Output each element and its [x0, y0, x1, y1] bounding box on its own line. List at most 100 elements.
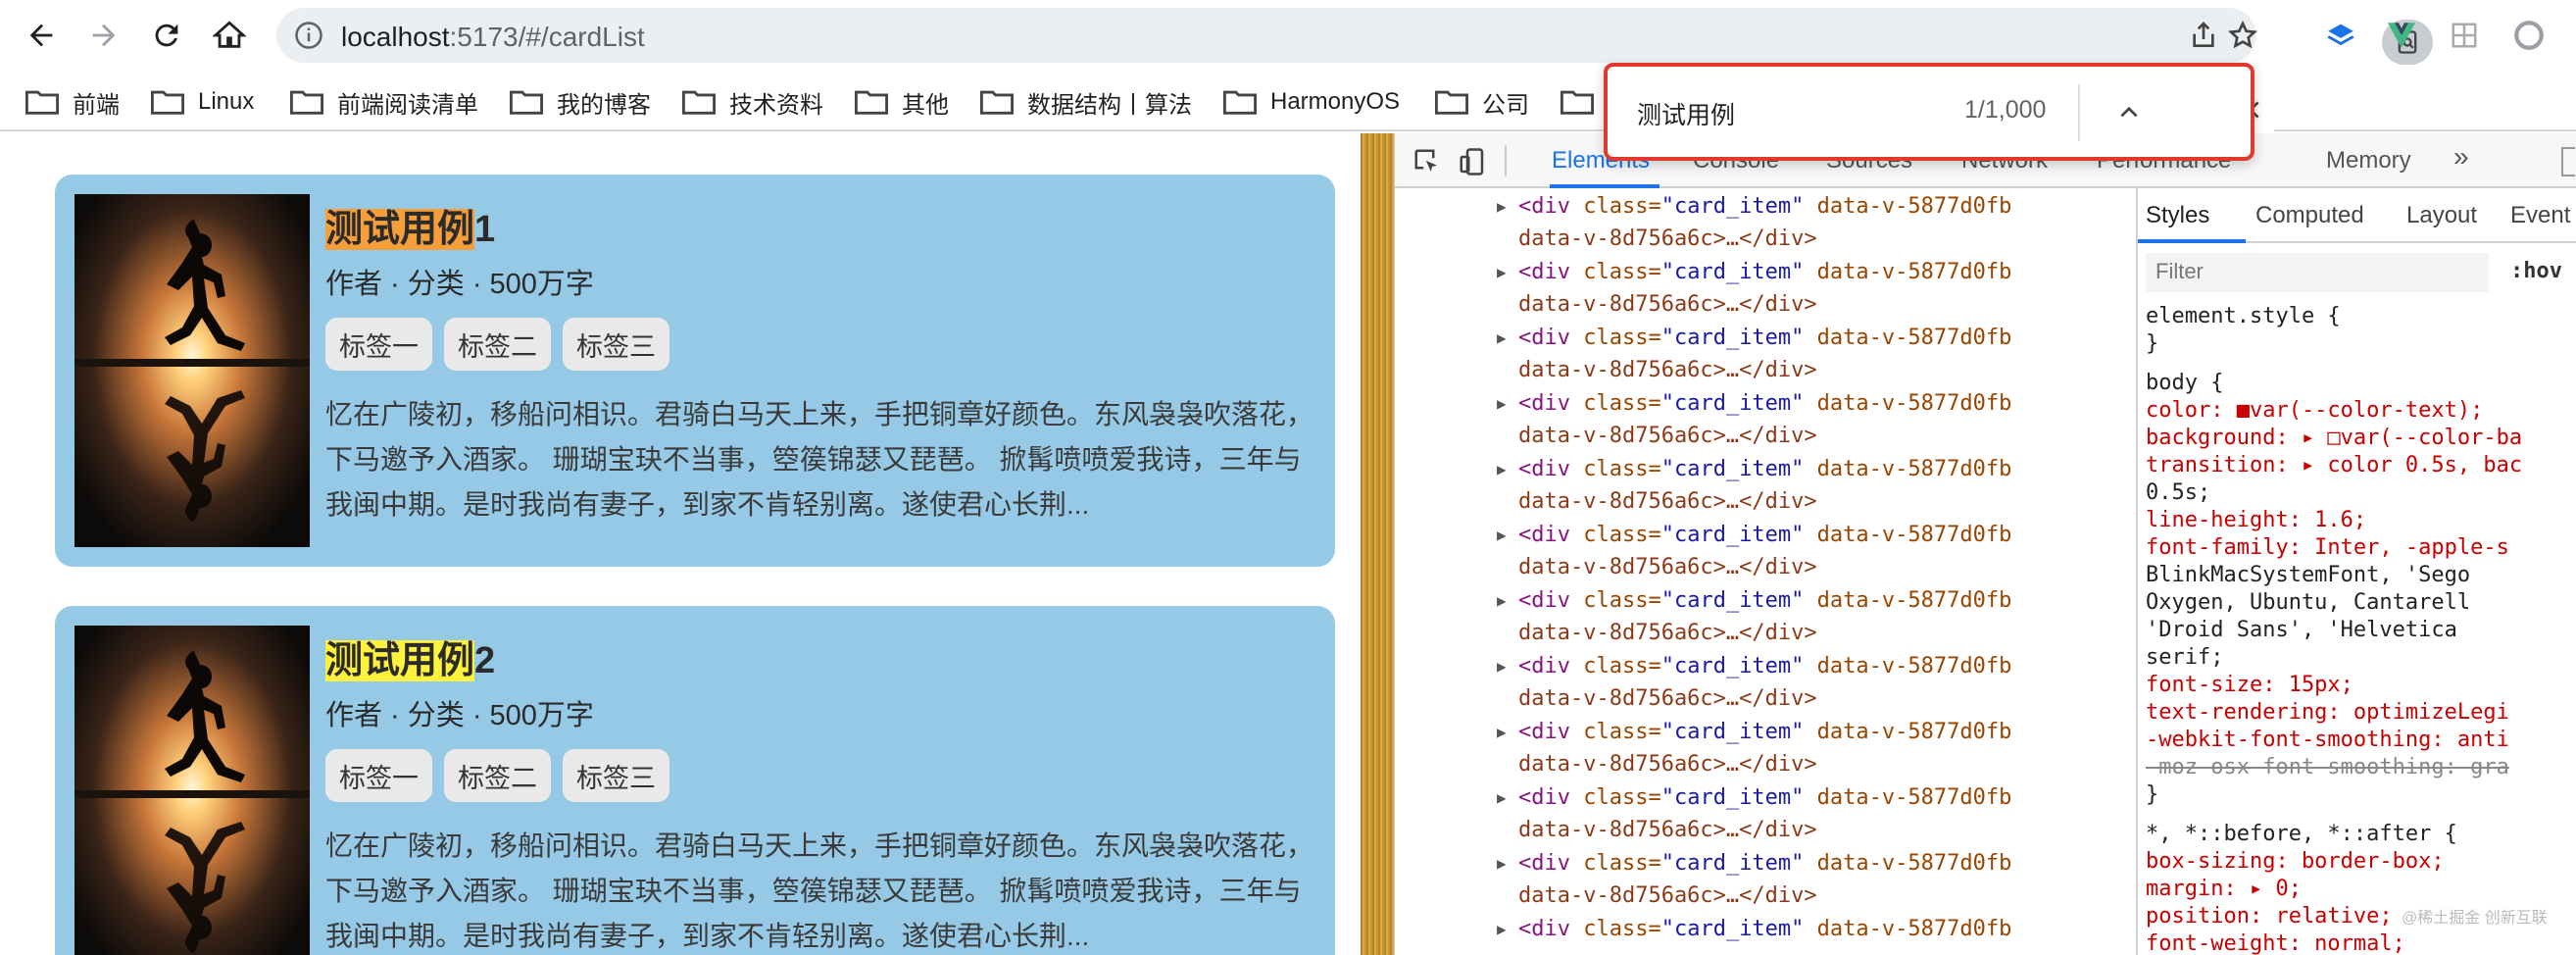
share-button[interactable] — [2182, 14, 2225, 57]
css-line: 0.5s; — [2146, 480, 2211, 505]
css-line[interactable]: font-family: Inter, -apple-s — [2146, 535, 2509, 560]
tag: 标签一 — [325, 749, 432, 802]
devtools-resize-handle[interactable] — [1361, 133, 1394, 955]
extension-circle-icon[interactable] — [2509, 16, 2549, 55]
tab-styles[interactable]: Styles — [2146, 202, 2209, 229]
dom-node-row[interactable]: ▶ <div class="card_item" data-v-5877d0fb d… — [1395, 714, 2136, 779]
home-button[interactable] — [208, 14, 251, 57]
bookmark-folder[interactable] — [1560, 82, 1608, 122]
expand-triangle-icon[interactable]: ▶ — [1497, 197, 1507, 216]
expand-triangle-icon[interactable]: ▶ — [1497, 394, 1507, 413]
expand-triangle-icon[interactable]: ▶ — [1497, 788, 1507, 807]
dom-node-row[interactable]: ▶ <div class="card_item" data-v-5877d0fb d… — [1395, 779, 2136, 845]
address-bar[interactable]: localhost:5173/#/cardList — [276, 8, 2433, 65]
extension-layers-icon[interactable] — [2321, 16, 2360, 55]
css-line: Oxygen, Ubuntu, Cantarell — [2146, 590, 2471, 615]
expand-triangle-icon[interactable]: ▶ — [1497, 854, 1507, 873]
card-item[interactable]: 测试用例2 作者 · 分类 · 500万字 标签一 标签二 标签三 忆在广陵初，… — [55, 606, 1335, 955]
dom-node-row[interactable]: ▶ <div class="card_item" data-v-5877d0fb d… — [1395, 451, 2136, 517]
page-viewport[interactable]: 测试用例1 作者 · 分类 · 500万字 标签一 标签二 标签三 忆在广陵初，… — [0, 133, 1361, 955]
styles-filter-input[interactable]: Filter — [2146, 253, 2489, 292]
card-description: 忆在广陵初，移船问相识。君骑白马天上来，手把铜章好颜色。东风袅袅吹落花，下马邀予… — [325, 830, 1314, 951]
dom-node-row[interactable]: ▶ <div class="card_item" data-v-5877d0fb — [1395, 911, 2136, 955]
css-line: BlinkMacSystemFont, 'Sego — [2146, 563, 2471, 587]
bookmark-folder[interactable]: 前端阅读清单 — [290, 82, 478, 122]
css-line[interactable]: -webkit-font-smoothing: anti — [2146, 728, 2509, 752]
chevron-up-icon — [2120, 106, 2138, 118]
css-line[interactable]: text-rendering: optimizeLegi — [2146, 700, 2509, 725]
tab-memory[interactable]: Memory — [2326, 147, 2411, 175]
expand-triangle-icon[interactable]: ▶ — [1497, 526, 1507, 544]
bookmark-folder[interactable]: 前端 — [25, 82, 120, 122]
expand-triangle-icon[interactable]: ▶ — [1497, 263, 1507, 281]
card-title-suffix: 1 — [474, 209, 496, 250]
expand-triangle-icon[interactable]: ▶ — [1497, 657, 1507, 676]
css-line[interactable]: line-height: 1.6; — [2146, 508, 2366, 532]
css-line[interactable]: font-weight: normal; — [2146, 931, 2405, 955]
bookmark-folder[interactable]: 数据结构丨算法 — [980, 82, 1192, 122]
dom-node-row[interactable]: ▶ <div class="card_item" data-v-5877d0fb d… — [1395, 845, 2136, 911]
css-line[interactable]: font-size: 15px; — [2146, 673, 2353, 697]
card-meta: 作者 · 分类 · 500万字 — [325, 269, 594, 300]
dock-icon[interactable] — [2561, 147, 2575, 176]
more-tabs-button[interactable]: » — [2453, 141, 2469, 173]
tab-layout[interactable]: Layout — [2406, 202, 2477, 229]
find-previous-button[interactable] — [2105, 88, 2153, 135]
bookmark-label: HarmonyOS — [1270, 88, 1401, 115]
expand-triangle-icon[interactable]: ▶ — [1497, 591, 1507, 610]
devtools-panel: Elements Console Sources Network Perform… — [1394, 133, 2576, 955]
reload-button[interactable] — [145, 14, 188, 57]
tab-computed[interactable]: Computed — [2255, 202, 2364, 229]
folder-icon — [290, 90, 323, 115]
card-item[interactable]: 测试用例1 作者 · 分类 · 500万字 标签一 标签二 标签三 忆在广陵初，… — [55, 175, 1335, 567]
expand-triangle-icon[interactable]: ▶ — [1497, 723, 1507, 741]
extension-grid-icon[interactable] — [2445, 16, 2484, 55]
css-line[interactable]: background: ▸ □var(--color-ba — [2146, 426, 2522, 450]
hover-state-toggle[interactable]: :hov — [2510, 259, 2562, 283]
bookmark-folder[interactable]: 我的博客 — [510, 82, 651, 122]
share-icon — [2193, 22, 2214, 47]
expand-triangle-icon[interactable]: ▶ — [1497, 328, 1507, 347]
find-input[interactable]: 测试用例 — [1637, 96, 1735, 131]
css-line: } — [2146, 782, 2159, 807]
reload-icon — [155, 24, 178, 47]
card-meta: 作者 · 分类 · 500万字 — [325, 700, 594, 731]
url-text[interactable]: localhost:5173/#/cardList — [341, 22, 645, 53]
css-line[interactable]: box-sizing: border-box; — [2146, 849, 2445, 874]
dom-node-row[interactable]: ▶ <div class="card_item" data-v-5877d0fb d… — [1395, 517, 2136, 582]
find-in-page-bar[interactable]: 测试用例 1/1,000 — [1604, 63, 2254, 161]
css-line-overridden[interactable]: -moz-osx-font-smoothing: gra — [2146, 755, 2509, 779]
dom-node-row[interactable]: ▶ <div class="card_item" data-v-5877d0fb d… — [1395, 648, 2136, 714]
url-host: localhost — [341, 22, 450, 52]
dom-node-row[interactable]: ▶ <div class="card_item" data-v-5877d0fb d… — [1395, 188, 2136, 254]
find-match-count: 1/1,000 — [1964, 96, 2047, 124]
dom-node-row[interactable]: ▶ <div class="card_item" data-v-5877d0fb d… — [1395, 254, 2136, 320]
css-line[interactable]: transition: ▸ color 0.5s, bac — [2146, 453, 2522, 478]
dom-node-row[interactable]: ▶ <div class="card_item" data-v-5877d0fb d… — [1395, 385, 2136, 451]
bookmark-label: 数据结构丨算法 — [1027, 91, 1192, 119]
expand-triangle-icon[interactable]: ▶ — [1497, 460, 1507, 478]
tab-event-listeners[interactable]: Event — [2510, 202, 2570, 229]
bookmark-folder[interactable]: HarmonyOS — [1223, 82, 1400, 122]
bookmark-folder[interactable]: 技术资料 — [682, 82, 823, 122]
forward-button[interactable] — [82, 14, 125, 57]
bookmark-folder[interactable]: 公司 — [1435, 82, 1529, 122]
divider — [1505, 145, 1507, 176]
dom-node-row[interactable]: ▶ <div class="card_item" data-v-5877d0fb d… — [1395, 320, 2136, 385]
inspect-element-icon[interactable] — [1412, 147, 1442, 176]
card-cover-image — [74, 194, 310, 547]
css-line[interactable]: margin: ▸ 0; — [2146, 877, 2302, 901]
elements-tree[interactable]: ▶ <div class="card_item" data-v-5877d0fb d… — [1395, 188, 2136, 955]
extension-vue-icon[interactable] — [2382, 16, 2421, 55]
bookmark-star-button[interactable] — [2221, 14, 2264, 57]
folder-icon — [980, 90, 1014, 115]
bookmark-folder[interactable]: Linux — [151, 82, 254, 122]
device-toolbar-icon[interactable] — [1458, 147, 1487, 176]
css-line[interactable]: color: ■var(--color-text); — [2146, 398, 2483, 423]
bookmark-folder[interactable]: 其他 — [855, 82, 949, 122]
expand-triangle-icon[interactable]: ▶ — [1497, 920, 1507, 938]
site-info-icon[interactable] — [294, 21, 323, 50]
dom-node-row[interactable]: ▶ <div class="card_item" data-v-5877d0fb d… — [1395, 582, 2136, 648]
back-button[interactable] — [20, 14, 63, 57]
css-line[interactable]: position: relative; — [2146, 904, 2393, 929]
